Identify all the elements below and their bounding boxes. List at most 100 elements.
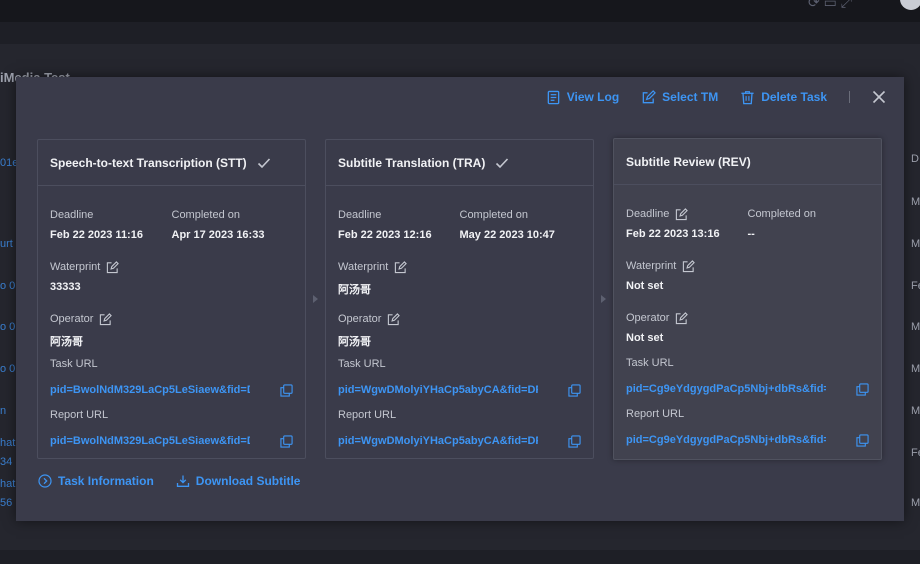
operator-value: 阿汤哥 <box>338 336 371 348</box>
card-header: Speech-to-text Transcription (STT) <box>38 140 305 186</box>
close-icon <box>872 90 886 104</box>
deadline-label: Deadline <box>338 209 382 221</box>
bg-row-fragment: o 0 <box>0 363 16 375</box>
report-url-label: Report URL <box>50 409 109 421</box>
card-title: Subtitle Translation (TRA) <box>338 155 486 170</box>
deadline-value: Feb 22 2023 13:16 <box>626 228 720 240</box>
completed-on-label: Completed on <box>171 209 241 221</box>
document-icon <box>547 90 560 104</box>
close-button[interactable] <box>872 90 886 104</box>
download-subtitle-label: Download Subtitle <box>195 474 301 488</box>
copy-icon[interactable] <box>856 382 869 396</box>
edit-icon[interactable] <box>682 259 696 273</box>
bg-row-fragment: n <box>0 405 7 417</box>
edit-icon[interactable] <box>394 260 408 274</box>
task-url-label: Task URL <box>626 357 674 369</box>
bg-row-fragment: D <box>911 153 919 165</box>
card-title: Speech-to-text Transcription (STT) <box>50 155 247 170</box>
card-body: Deadline Feb 22 2023 13:16 Completed on … <box>614 185 881 447</box>
download-icon <box>176 475 189 487</box>
operator-label: Operator <box>626 311 869 325</box>
chevron-circle-icon <box>38 474 52 488</box>
bg-row-fragment: M <box>911 196 920 208</box>
edit-icon[interactable] <box>99 312 113 326</box>
modal-footer: Task Information Download Subtitle <box>38 474 300 488</box>
copy-icon[interactable] <box>568 434 581 448</box>
card-header: Subtitle Review (REV) <box>614 139 881 185</box>
view-log-label: View Log <box>566 90 620 104</box>
report-url-link[interactable]: pid=Cg9eYdgygdPaCp5Nbj+dbRs&fid=DFs... <box>626 434 826 446</box>
app-top-bar <box>0 0 920 22</box>
operator-value: 阿汤哥 <box>50 336 83 348</box>
bg-row-fragment: M <box>911 497 920 509</box>
task-information-button[interactable]: Task Information <box>38 474 154 488</box>
bg-row-fragment: 56 <box>0 497 13 509</box>
download-subtitle-button[interactable]: Download Subtitle <box>176 474 301 488</box>
view-log-button[interactable]: View Log <box>546 90 619 105</box>
task-information-label: Task Information <box>58 474 154 488</box>
step-arrow-icon <box>313 295 318 303</box>
bg-row-fragment: Fe <box>911 280 920 292</box>
completed-on-value: -- <box>747 228 755 240</box>
bg-row-fragment: urt <box>0 238 13 250</box>
bg-row-fragment: o 0 <box>0 280 16 292</box>
copy-icon[interactable] <box>856 433 869 447</box>
deadline-label: Deadline <box>626 207 748 221</box>
copy-icon[interactable] <box>280 383 293 397</box>
edit-icon[interactable] <box>675 311 689 325</box>
check-icon <box>257 157 270 168</box>
bg-row-fragment: M <box>911 321 920 333</box>
copy-icon[interactable] <box>280 434 293 448</box>
waterprint-label: Waterprint <box>50 260 293 274</box>
task-card-rev: Subtitle Review (REV) Deadline Feb 22 20… <box>613 138 882 460</box>
card-body: Deadline Feb 22 2023 12:16 Completed on … <box>326 186 593 448</box>
task-url-link[interactable]: pid=Cg9eYdgygdPaCp5Nbj+dbRs&fid=DFs... <box>626 383 826 395</box>
edit-square-icon <box>642 89 657 103</box>
bg-row-fragment: 34 <box>0 456 13 468</box>
check-icon <box>496 157 509 168</box>
task-card-stt: Speech-to-text Transcription (STT) Deadl… <box>37 139 306 459</box>
completed-on-value: May 22 2023 10:47 <box>459 229 555 241</box>
deadline-value: Feb 22 2023 12:16 <box>338 229 432 241</box>
select-tm-label: Select TM <box>662 90 719 104</box>
waterprint-label: Waterprint <box>338 260 581 274</box>
top-bar-icons: ⟳ ▭ ⤢ <box>808 0 852 10</box>
deadline-label: Deadline <box>50 209 94 221</box>
operator-label: Operator <box>50 312 293 326</box>
copy-icon[interactable] <box>568 383 581 397</box>
bg-row-fragment: M <box>911 363 920 375</box>
edit-icon[interactable] <box>106 260 120 274</box>
report-url-label: Report URL <box>338 409 397 421</box>
report-url-label: Report URL <box>626 408 685 420</box>
waterprint-label: Waterprint <box>626 259 869 273</box>
card-title: Subtitle Review (REV) <box>626 154 751 169</box>
bg-row-fragment: M <box>911 405 920 417</box>
bg-row-fragment: Fe <box>911 447 920 459</box>
task-card-tra: Subtitle Translation (TRA) Deadline Feb … <box>325 139 594 459</box>
select-tm-button[interactable]: Select TM <box>641 89 719 105</box>
bg-row-fragment: o 0 <box>0 321 16 333</box>
bg-row-fragment: hat <box>0 478 16 490</box>
edit-icon[interactable] <box>675 207 689 221</box>
card-body: Deadline Feb 22 2023 11:16 Completed on … <box>38 186 305 448</box>
waterprint-value: 33333 <box>50 281 81 293</box>
delete-task-label: Delete Task <box>761 90 827 104</box>
edit-icon[interactable] <box>387 312 401 326</box>
deadline-value: Feb 22 2023 11:16 <box>50 229 143 241</box>
task-detail-modal: View Log Select TM Delete Task Speech-to… <box>16 77 904 521</box>
delete-task-button[interactable]: Delete Task <box>740 90 827 105</box>
waterprint-value: 阿汤哥 <box>338 284 371 296</box>
task-url-label: Task URL <box>50 358 98 370</box>
waterprint-value: Not set <box>626 280 664 292</box>
completed-on-value: Apr 17 2023 16:33 <box>171 229 265 241</box>
report-url-link[interactable]: pid=BwolNdM329LaCp5LeSiaew&fid=DFs... <box>50 435 250 447</box>
task-url-link[interactable]: pid=WgwDMolyiYHaCp5abyCA&fid=DFsN... <box>338 384 538 396</box>
report-url-link[interactable]: pid=WgwDMolyiYHaCp5abyCA&fid=DFsN... <box>338 435 538 447</box>
operator-label: Operator <box>338 312 581 326</box>
header-divider <box>849 91 850 103</box>
completed-on-label: Completed on <box>747 208 817 220</box>
modal-header: View Log Select TM Delete Task <box>524 87 886 107</box>
task-url-link[interactable]: pid=BwolNdM329LaCp5LeSiaew&fid=DFs... <box>50 384 250 396</box>
operator-value: Not set <box>626 332 664 344</box>
completed-on-label: Completed on <box>459 209 529 221</box>
